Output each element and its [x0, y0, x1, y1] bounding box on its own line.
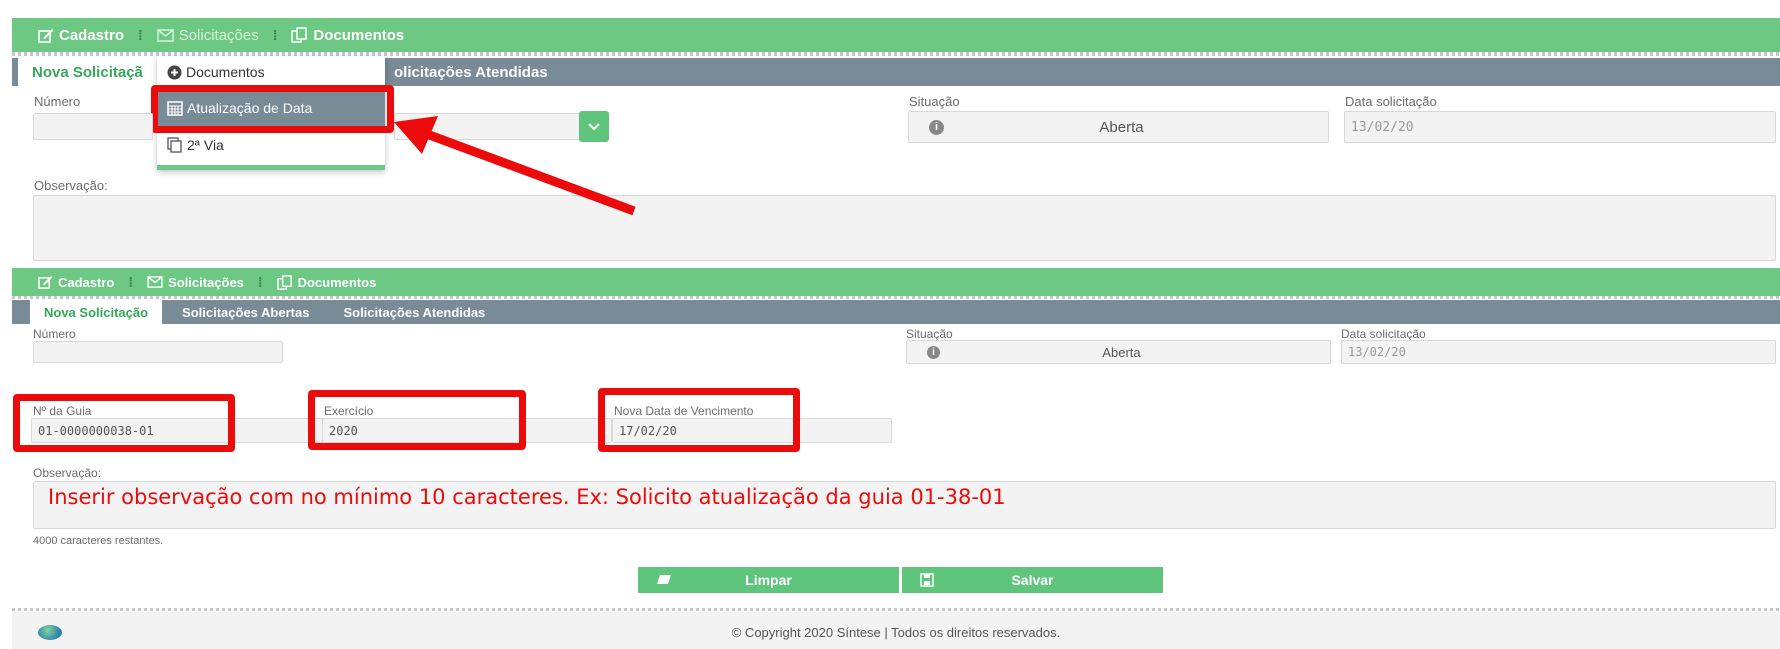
menu-cadastro[interactable]: Cadastro — [38, 275, 114, 290]
situacao-label: Situação — [909, 94, 960, 109]
remaining-chars: 4000 caracteres restantes. — [33, 535, 164, 547]
observacao-placeholder: Inserir observação com no mínimo 10 cara… — [48, 485, 1006, 509]
data-solicitacao-input: 13/02/20 — [1341, 340, 1776, 364]
tab-solicitacoes-abertas[interactable]: Solicitações Abertas — [162, 300, 329, 324]
menu-documentos-label: Documentos — [313, 26, 405, 44]
menu-separator: ⁞ — [272, 27, 278, 43]
menu-solicitacoes-label: Solicitações — [168, 274, 244, 290]
data-solicitacao-value: 13/02/20 — [1348, 345, 1406, 359]
envelope-icon — [147, 276, 163, 288]
numero-label: Número — [34, 94, 81, 109]
numero-input[interactable] — [33, 341, 283, 363]
situacao-field: i Aberta — [908, 111, 1329, 143]
bottom-menu-bar: Cadastro ⁞ Solicitações ⁞ Documentos — [12, 268, 1780, 296]
clear-button[interactable]: Limpar — [638, 567, 899, 593]
copyright-text: © Copyright 2020 Síntese | Todos os dire… — [731, 625, 1061, 640]
documents-icon — [291, 27, 308, 43]
menu-solicitacoes[interactable]: Solicitações — [156, 26, 259, 44]
edit-icon — [38, 275, 53, 289]
dropdown-item-2via[interactable]: 2ª Via — [157, 128, 385, 162]
menu-solicitacoes-label: Solicitações — [178, 26, 259, 44]
dropdown-item-label: 2ª Via — [187, 137, 224, 153]
plus-circle-icon — [167, 65, 182, 79]
tab-nova-solicitacao[interactable]: Nova Solicitaçã — [18, 58, 168, 86]
info-icon: i — [927, 345, 940, 359]
envelope-icon — [156, 28, 174, 42]
footer-divider — [12, 608, 1780, 611]
bottom-tab-bar: Nova Solicitação Solicitações Abertas So… — [12, 300, 1780, 324]
data-solicitacao-input: 13/02/20 — [1344, 111, 1776, 143]
menu-separator: ⁞ — [257, 274, 263, 290]
observacao-textarea[interactable] — [33, 195, 1776, 261]
tab-label: Solicitações Atendidas — [343, 304, 486, 320]
data-solicitacao-value: 13/02/20 — [1351, 119, 1414, 135]
annotation-arrow — [394, 116, 636, 216]
situacao-label: Situação — [906, 327, 953, 341]
observacao-label: Observação: — [34, 178, 108, 193]
data-solicitacao-label: Data solicitação — [1341, 327, 1426, 341]
highlight-exercicio — [308, 390, 526, 450]
info-icon: i — [929, 119, 944, 135]
menu-cadastro[interactable]: Cadastro — [38, 27, 124, 44]
tab-label: Nova Solicitaçã — [32, 63, 143, 81]
observacao-textarea[interactable]: Inserir observação com no mínimo 10 cara… — [33, 481, 1776, 529]
floppy-icon — [920, 573, 934, 587]
edit-icon — [38, 28, 54, 43]
situacao-value: Aberta — [1102, 344, 1141, 360]
situacao-value: Aberta — [1099, 118, 1144, 136]
dropdown-header-label: Documentos — [186, 64, 265, 80]
tab-label: olicitações Atendidas — [394, 63, 548, 81]
highlight-atualizacao-data — [151, 85, 394, 133]
tab-label: Nova Solicitação — [44, 304, 149, 320]
tab-solicitacoes-atendidas[interactable]: Solicitações Atendidas — [329, 300, 499, 324]
save-button[interactable]: Salvar — [902, 567, 1163, 593]
footer: © Copyright 2020 Síntese | Todos os dire… — [12, 612, 1780, 649]
menu-solicitacoes[interactable]: Solicitações — [147, 275, 244, 290]
situacao-field: i Aberta — [906, 340, 1331, 364]
menu-cadastro-label: Cadastro — [59, 26, 125, 44]
documents-icon — [276, 274, 292, 290]
copy-icon — [167, 137, 182, 153]
menu-separator: ⁞ — [128, 274, 134, 290]
save-button-label: Salvar — [1011, 572, 1054, 588]
dropdown-header[interactable]: Documentos — [157, 56, 385, 88]
menu-separator: ⁞ — [138, 27, 143, 43]
divider-stripe — [12, 296, 1780, 299]
clear-button-label: Limpar — [745, 572, 792, 588]
menu-cadastro-label: Cadastro — [58, 274, 115, 290]
observacao-label: Observação: — [33, 466, 102, 480]
menu-documentos[interactable]: Documentos — [276, 274, 377, 290]
tab-nova-solicitacao[interactable]: Nova Solicitação — [30, 300, 163, 324]
menu-documentos-label: Documentos — [297, 274, 377, 290]
data-solicitacao-label: Data solicitação — [1345, 94, 1437, 109]
numero-label: Número — [33, 327, 76, 341]
highlight-guia — [13, 394, 235, 452]
top-menu-bar: Cadastro ⁞ Solicitações ⁞ Documentos — [12, 18, 1780, 52]
tab-solicitacoes-atendidas[interactable]: olicitações Atendidas — [380, 58, 562, 86]
tab-label: Solicitações Abertas — [182, 304, 310, 320]
eraser-icon — [657, 575, 671, 584]
numero-input[interactable] — [33, 113, 153, 140]
menu-documentos[interactable]: Documentos — [291, 27, 404, 44]
highlight-vencimento — [598, 388, 800, 452]
